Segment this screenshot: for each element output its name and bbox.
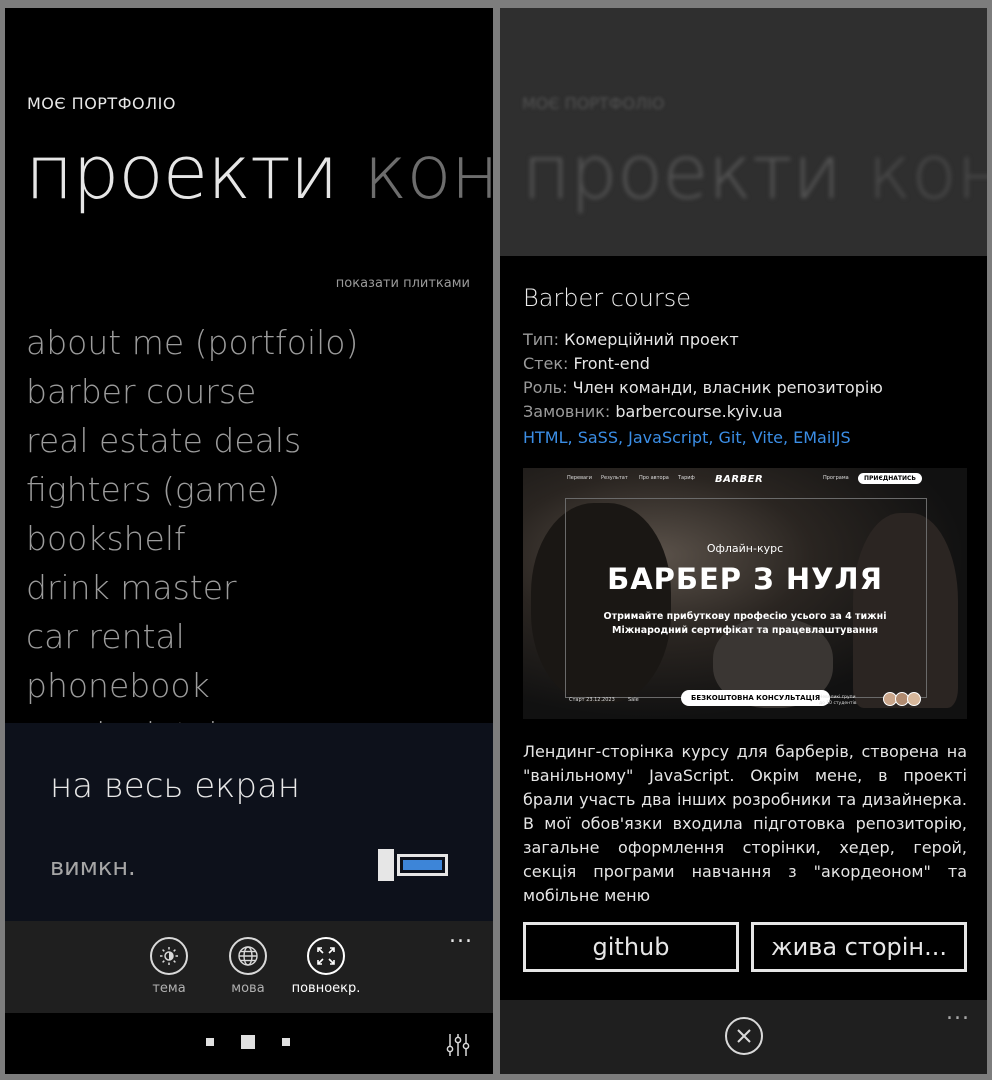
theme-button[interactable]: тема — [129, 937, 209, 996]
screenshot-subtitle: Офлайн-курс — [706, 542, 784, 555]
nav-back-dot[interactable] — [206, 1038, 214, 1046]
fullscreen-icon — [307, 937, 345, 975]
meta-key: Стек: — [523, 354, 569, 373]
meta-stack-row: Стек: Front-end — [523, 352, 883, 376]
meta-value: Front-end — [573, 354, 650, 373]
left-phone-screen: МОЄ ПОРТФОЛІО проекти кон показати плитка… — [5, 8, 493, 1074]
project-meta: Тип: Комерційний проект Стек: Front-end … — [523, 328, 883, 424]
fullscreen-state: вимкн. — [50, 853, 136, 881]
screenshot-join-button: ПРИЄДНАТИСЬ — [858, 473, 922, 484]
fullscreen-title: на весь екран — [50, 766, 301, 806]
app-title: МОЄ ПОРТФОЛІО — [522, 94, 665, 113]
screenshot-frame — [565, 498, 927, 698]
project-item-drink-master[interactable]: drink master — [26, 563, 358, 612]
toggle-fill — [403, 860, 442, 870]
show-tiles-link[interactable]: показати плитками — [336, 276, 470, 291]
meta-value: Комерційний проект — [564, 330, 739, 349]
meta-type-row: Тип: Комерційний проект — [523, 328, 883, 352]
project-item-bookshelf[interactable]: bookshelf — [26, 514, 358, 563]
screenshot-nav-item: Про автора — [639, 475, 669, 481]
language-button[interactable]: мова — [208, 937, 288, 996]
app-bar: ... — [500, 1000, 987, 1074]
close-button[interactable] — [725, 1017, 763, 1055]
pivot-item-contacts[interactable]: кон — [363, 130, 493, 216]
more-button[interactable]: ... — [449, 923, 473, 948]
fullscreen-label: повноекр. — [291, 981, 361, 996]
project-title: Barber course — [523, 284, 692, 312]
pivot-header: проекти кон — [522, 130, 987, 216]
project-item-car-rental[interactable]: car rental — [26, 612, 358, 661]
app-title: МОЄ ПОРТФОЛІО — [27, 94, 176, 113]
meta-key: Роль: — [523, 378, 568, 397]
fullscreen-button[interactable]: повноекр. — [286, 937, 366, 996]
dimmed-background: МОЄ ПОРТФОЛІО проекти кон — [500, 8, 987, 256]
tech-stack: HTML, SaSS, JavaScript, Git, Vite, EMail… — [523, 428, 851, 447]
bottom-nav — [5, 1013, 493, 1074]
project-detail-card: Barber course Тип: Комерційний проект Ст… — [500, 256, 987, 1000]
project-item-about-me[interactable]: about me (portfoilo) — [26, 318, 358, 367]
screenshot-line: Отримайте прибуткову професію усього за … — [603, 611, 887, 622]
screenshot-line: Міжнародний сертифікат та працевлаштуван… — [611, 625, 878, 636]
screenshot-cta-button: БЕЗКОШТОВНА КОНСУЛЬТАЦІЯ — [681, 690, 831, 706]
close-icon — [737, 1029, 751, 1043]
live-page-button[interactable]: жива сторін... — [751, 922, 967, 972]
meta-value: barbercourse.kyiv.ua — [615, 402, 783, 421]
screenshot-logo: BARBER — [715, 474, 764, 485]
toggle-knob — [378, 849, 394, 881]
nav-menu-dot[interactable] — [282, 1038, 290, 1046]
screenshot-nav-item: Результат — [601, 475, 628, 481]
screenshot-nav-item: Переваги — [567, 475, 592, 481]
nav-home-dot[interactable] — [241, 1035, 255, 1049]
equalizer-icon[interactable] — [445, 1032, 471, 1062]
pivot-header: проекти кон — [25, 130, 493, 216]
screenshot-nav-item: Програма — [823, 475, 849, 481]
toggle-track — [397, 854, 448, 876]
screenshot-start-date: Старт 23.12.2023 — [569, 697, 615, 703]
meta-client-row: Замовник: barbercourse.kyiv.ua — [523, 400, 883, 424]
fullscreen-popup: на весь екран вимкн. — [5, 723, 493, 921]
screenshot-headline: БАРБЕР З НУЛЯ — [607, 562, 883, 596]
project-screenshot: Переваги Результат Про автора Тариф BARB… — [523, 468, 967, 719]
pivot-item-projects[interactable]: проекти — [25, 130, 338, 216]
screenshot-nav-item: Тариф — [678, 475, 695, 481]
screenshot-sale: Sale — [628, 697, 639, 703]
pivot-item-projects: проекти — [522, 130, 842, 216]
project-item-phonebook[interactable]: phonebook — [26, 661, 358, 710]
github-button[interactable]: github — [523, 922, 739, 972]
project-item-fighters[interactable]: fighters (game) — [26, 465, 358, 514]
project-item-barber-course[interactable]: barber course — [26, 367, 358, 416]
screenshot-group-note: Невеликі групи до 10 студентів — [819, 695, 857, 706]
pivot-item-contacts: кон — [867, 130, 987, 216]
globe-icon — [229, 937, 267, 975]
meta-value: Член команди, власник репозиторію — [572, 378, 883, 397]
brightness-icon — [150, 937, 188, 975]
meta-key: Тип: — [523, 330, 560, 349]
meta-role-row: Роль: Член команди, власник репозиторію — [523, 376, 883, 400]
language-label: мова — [231, 981, 265, 996]
right-phone-screen: МОЄ ПОРТФОЛІО проекти кон Barber course Т… — [500, 8, 987, 1074]
project-item-real-estate[interactable]: real estate deals — [26, 416, 358, 465]
more-button[interactable]: ... — [946, 1000, 970, 1025]
meta-key: Замовник: — [523, 402, 611, 421]
screenshot-avatar — [907, 692, 921, 706]
fullscreen-toggle[interactable] — [378, 849, 448, 881]
project-list: about me (portfoilo) barber course real … — [26, 318, 358, 759]
project-description: Лендинг-сторінка курсу для барберів, ств… — [523, 742, 967, 905]
app-bar: ... тема мова повноекр. — [5, 921, 493, 1013]
theme-label: тема — [152, 981, 186, 996]
